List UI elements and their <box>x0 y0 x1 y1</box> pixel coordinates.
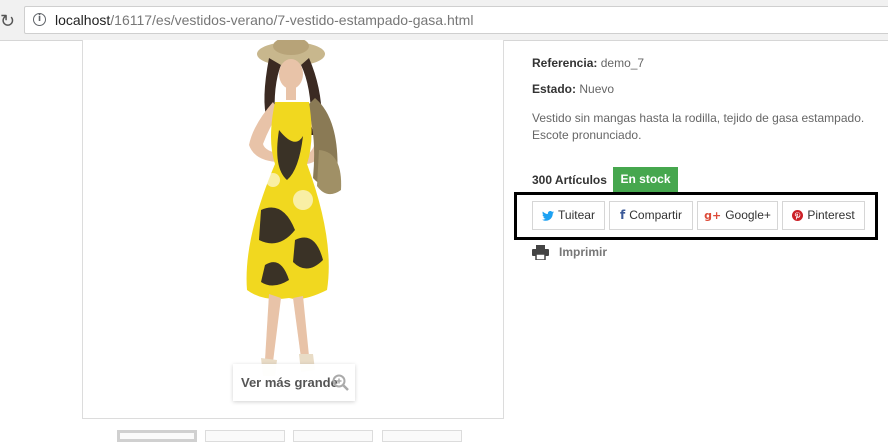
condition-value: Nuevo <box>579 82 615 96</box>
thumbnail-3[interactable] <box>293 430 373 442</box>
pinterest-icon <box>792 210 804 221</box>
facebook-share-button[interactable]: f Compartir <box>609 201 693 230</box>
reference-line: Referencia: demo_7 <box>532 56 644 70</box>
facebook-icon: f <box>620 208 626 222</box>
reference-value: demo_7 <box>600 56 645 70</box>
url-text[interactable]: localhost/16117/es/vestidos-verano/7-ves… <box>55 12 473 28</box>
google-plus-button[interactable]: g+ Google+ <box>697 201 778 230</box>
url-path: /16117/es/vestidos-verano/7-vestido-esta… <box>110 12 474 28</box>
product-description: Vestido sin mangas hasta la rodilla, tej… <box>532 111 865 142</box>
enlarge-image-button[interactable]: Ver más grande <box>233 364 355 401</box>
print-link[interactable]: Imprimir <box>532 243 607 261</box>
product-image-frame: Ver más grande <box>82 40 504 419</box>
google-plus-icon: g+ <box>704 209 722 222</box>
print-label: Imprimir <box>559 245 608 259</box>
facebook-share-label: Compartir <box>629 208 682 222</box>
google-plus-label: Google+ <box>725 208 771 222</box>
condition-label: Estado: <box>532 82 577 96</box>
enlarge-image-label: Ver más grande <box>241 375 338 390</box>
product-photo[interactable] <box>203 40 383 405</box>
pinterest-label: Pinterest <box>807 208 855 222</box>
address-bar[interactable]: i localhost/16117/es/vestidos-verano/7-v… <box>24 6 888 34</box>
tweet-button[interactable]: Tuitear <box>532 201 605 230</box>
thumbnail-4[interactable] <box>382 430 462 442</box>
info-icon[interactable]: i <box>33 13 46 26</box>
twitter-icon <box>542 210 555 221</box>
pinterest-button[interactable]: Pinterest <box>782 201 865 230</box>
tweet-label: Tuitear <box>558 208 595 222</box>
condition-line: Estado: Nuevo <box>532 82 614 96</box>
zoom-icon <box>332 374 349 391</box>
stock-badge: En stock <box>613 167 678 192</box>
printer-icon <box>532 244 549 260</box>
reload-icon[interactable]: ↻ <box>0 10 16 32</box>
thumbnail-1[interactable] <box>117 430 197 442</box>
url-host: localhost <box>55 12 111 28</box>
thumbnail-2[interactable] <box>205 430 285 442</box>
browser-toolbar: ↻ i localhost/16117/es/vestidos-verano/7… <box>0 0 888 41</box>
reference-label: Referencia: <box>532 56 598 70</box>
quantity-available: 300 Artículos <box>532 173 607 187</box>
